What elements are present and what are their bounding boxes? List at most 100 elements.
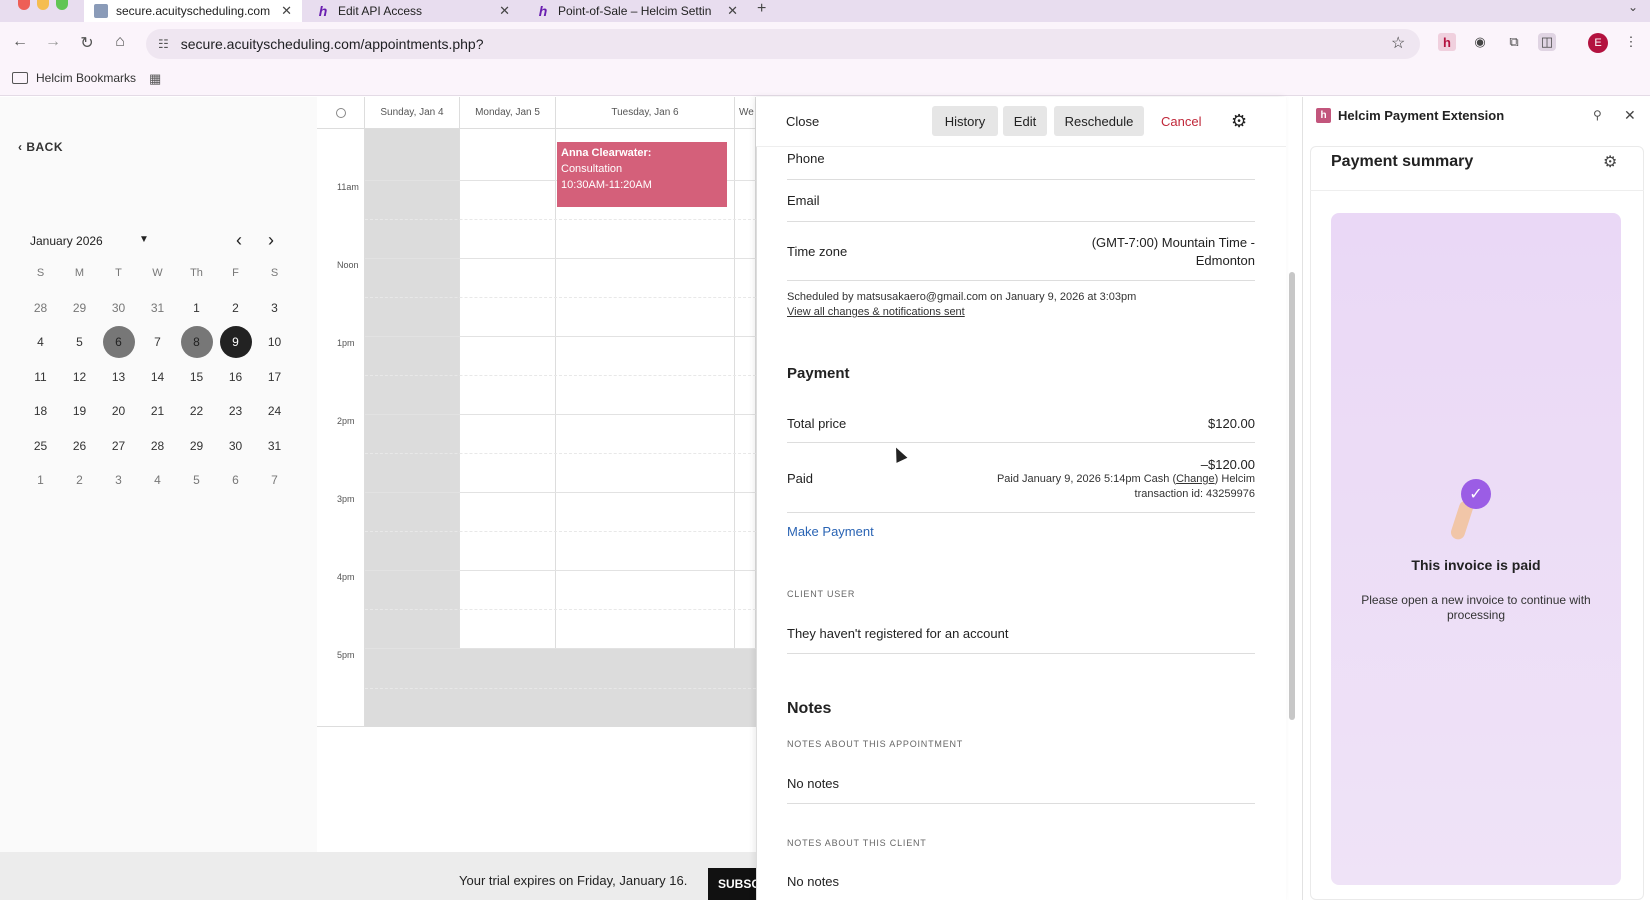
calendar-day[interactable]: 7 — [255, 465, 294, 495]
day-number: 26 — [72, 438, 87, 453]
prev-month-chevron-icon[interactable]: ‹ — [236, 230, 242, 251]
day-number: 4 — [37, 335, 44, 350]
calendar-day[interactable]: 16 — [216, 362, 255, 392]
calendar-day[interactable]: 1 — [177, 293, 216, 323]
calendar-day[interactable]: 28 — [21, 293, 60, 323]
calendar-day[interactable]: 5 — [177, 465, 216, 495]
side-panel-icon[interactable]: ◫ — [1538, 33, 1556, 51]
reload-icon[interactable]: ↻ — [78, 33, 96, 53]
edit-button[interactable]: Edit — [1003, 106, 1047, 136]
day-header[interactable]: We — [735, 97, 756, 129]
calendar-day[interactable]: 25 — [21, 431, 60, 461]
site-settings-icon[interactable]: ☷ — [158, 37, 169, 51]
half-hour-line — [365, 219, 756, 220]
tab-search-chevron-icon[interactable]: ⌄ — [1628, 0, 1638, 14]
day-header[interactable]: Tuesday, Jan 6 — [556, 97, 735, 129]
unpin-icon[interactable]: ⚲ — [1593, 108, 1602, 122]
bookmark-folder[interactable]: Helcim Bookmarks — [12, 71, 136, 85]
address-bar[interactable]: ☷ secure.acuityscheduling.com/appointmen… — [146, 29, 1420, 59]
tab-close-icon[interactable]: ✕ — [499, 3, 510, 19]
close-button[interactable]: Close — [786, 114, 819, 129]
reschedule-button[interactable]: Reschedule — [1054, 106, 1144, 136]
calendar-week-row: 28 29 30 31 1 2 3 — [21, 291, 309, 326]
tab-edit-api-access[interactable]: h Edit API Access ✕ — [306, 0, 520, 22]
calendar-day[interactable]: 4 — [138, 465, 177, 495]
calendar-day[interactable]: 19 — [60, 396, 99, 426]
day-number: 7 — [154, 335, 161, 350]
home-icon[interactable]: ⌂ — [111, 33, 129, 51]
calendar-day[interactable]: 2 — [216, 293, 255, 323]
calendar-day[interactable]: 26 — [60, 431, 99, 461]
calendar-day-highlighted[interactable]: 8 — [177, 326, 216, 359]
calendar-day[interactable]: 4 — [21, 327, 60, 357]
profile-avatar[interactable]: E — [1588, 33, 1608, 53]
day-header[interactable]: Sunday, Jan 4 — [365, 97, 460, 129]
gear-icon[interactable]: ⚙ — [1231, 111, 1247, 132]
calendar-day[interactable]: 24 — [255, 396, 294, 426]
appointment-event[interactable]: Anna Clearwater: Consultation 10:30AM-11… — [557, 142, 727, 207]
calendar-day[interactable]: 12 — [60, 362, 99, 392]
subscribe-button[interactable]: SUBSC — [708, 868, 756, 900]
make-payment-link[interactable]: Make Payment — [787, 524, 874, 539]
day-header[interactable]: Monday, Jan 5 — [460, 97, 556, 129]
day-number: 14 — [150, 369, 165, 384]
back-arrow-icon[interactable]: ← — [11, 33, 29, 51]
history-button[interactable]: History — [932, 106, 998, 136]
browser-menu-icon[interactable]: ⋮ — [1622, 33, 1640, 51]
detail-scrollbar[interactable] — [1289, 272, 1295, 720]
calendar-day[interactable]: 29 — [60, 293, 99, 323]
calendar-day[interactable]: 31 — [138, 293, 177, 323]
calendar-day[interactable]: 28 — [138, 431, 177, 461]
calendar-day-today[interactable]: 9 — [216, 326, 255, 359]
extensions-puzzle-icon[interactable]: ⧉ — [1505, 33, 1523, 51]
calendar-day[interactable]: 20 — [99, 396, 138, 426]
day-number: 28 — [33, 300, 48, 315]
tab-close-icon[interactable]: ✕ — [281, 3, 292, 19]
calendar-day[interactable]: 1 — [21, 465, 60, 495]
calendar-day[interactable]: 29 — [177, 431, 216, 461]
calendar-day[interactable]: 30 — [216, 431, 255, 461]
caret-down-icon[interactable]: ▼ — [139, 234, 149, 245]
calendar-day[interactable]: 27 — [99, 431, 138, 461]
calendar-day[interactable]: 17 — [255, 362, 294, 392]
calendar-day[interactable]: 22 — [177, 396, 216, 426]
tab-close-icon[interactable]: ✕ — [727, 3, 738, 19]
cancel-button[interactable]: Cancel — [1161, 114, 1201, 129]
calendar-day[interactable]: 5 — [60, 327, 99, 357]
calendar-day[interactable]: 18 — [21, 396, 60, 426]
calendar-day[interactable]: 2 — [60, 465, 99, 495]
view-changes-link[interactable]: View all changes & notifications sent — [787, 306, 965, 318]
calendar-day[interactable]: 11 — [21, 362, 60, 392]
close-icon[interactable]: ✕ — [1624, 107, 1636, 124]
calendar-day-highlighted[interactable]: 6 — [99, 326, 138, 359]
next-month-chevron-icon[interactable]: › — [268, 230, 274, 251]
calendar-day[interactable]: 23 — [216, 396, 255, 426]
change-payment-link[interactable]: Change — [1176, 473, 1215, 485]
tab-helcim-settings[interactable]: h Point-of-Sale – Helcim Settin ✕ — [526, 0, 748, 22]
calendar-day[interactable]: 3 — [99, 465, 138, 495]
calendar-day[interactable]: 31 — [255, 431, 294, 461]
calendar-day[interactable]: 10 — [255, 327, 294, 357]
calendar-day[interactable]: 21 — [138, 396, 177, 426]
helcim-extension-icon[interactable]: h — [1438, 33, 1456, 51]
day-number: 12 — [72, 369, 87, 384]
month-label[interactable]: January 2026 — [30, 234, 103, 248]
apps-grid-icon[interactable]: ▦ — [149, 71, 161, 87]
calendar-day[interactable]: 13 — [99, 362, 138, 392]
calendar-day[interactable]: 30 — [99, 293, 138, 323]
calendar-day[interactable]: 7 — [138, 327, 177, 357]
new-tab-icon[interactable]: + — [757, 0, 766, 18]
day-number: 4 — [154, 473, 161, 488]
calendar-day[interactable]: 14 — [138, 362, 177, 392]
calendar-day[interactable]: 6 — [216, 465, 255, 495]
weekday-header-row: S M T W Th F S — [21, 256, 309, 291]
back-button[interactable]: ‹ BACK — [18, 140, 63, 154]
tab-acuity[interactable]: secure.acuityscheduling.com ✕ — [84, 0, 302, 22]
forward-arrow-icon[interactable]: → — [44, 33, 62, 51]
privacy-extension-icon[interactable]: ◉ — [1471, 33, 1489, 51]
calendar-day[interactable]: 15 — [177, 362, 216, 392]
divider — [787, 442, 1255, 443]
settings-gear-icon[interactable]: ⚙ — [1603, 152, 1617, 172]
bookmark-star-icon[interactable]: ☆ — [1391, 33, 1405, 53]
calendar-day[interactable]: 3 — [255, 293, 294, 323]
